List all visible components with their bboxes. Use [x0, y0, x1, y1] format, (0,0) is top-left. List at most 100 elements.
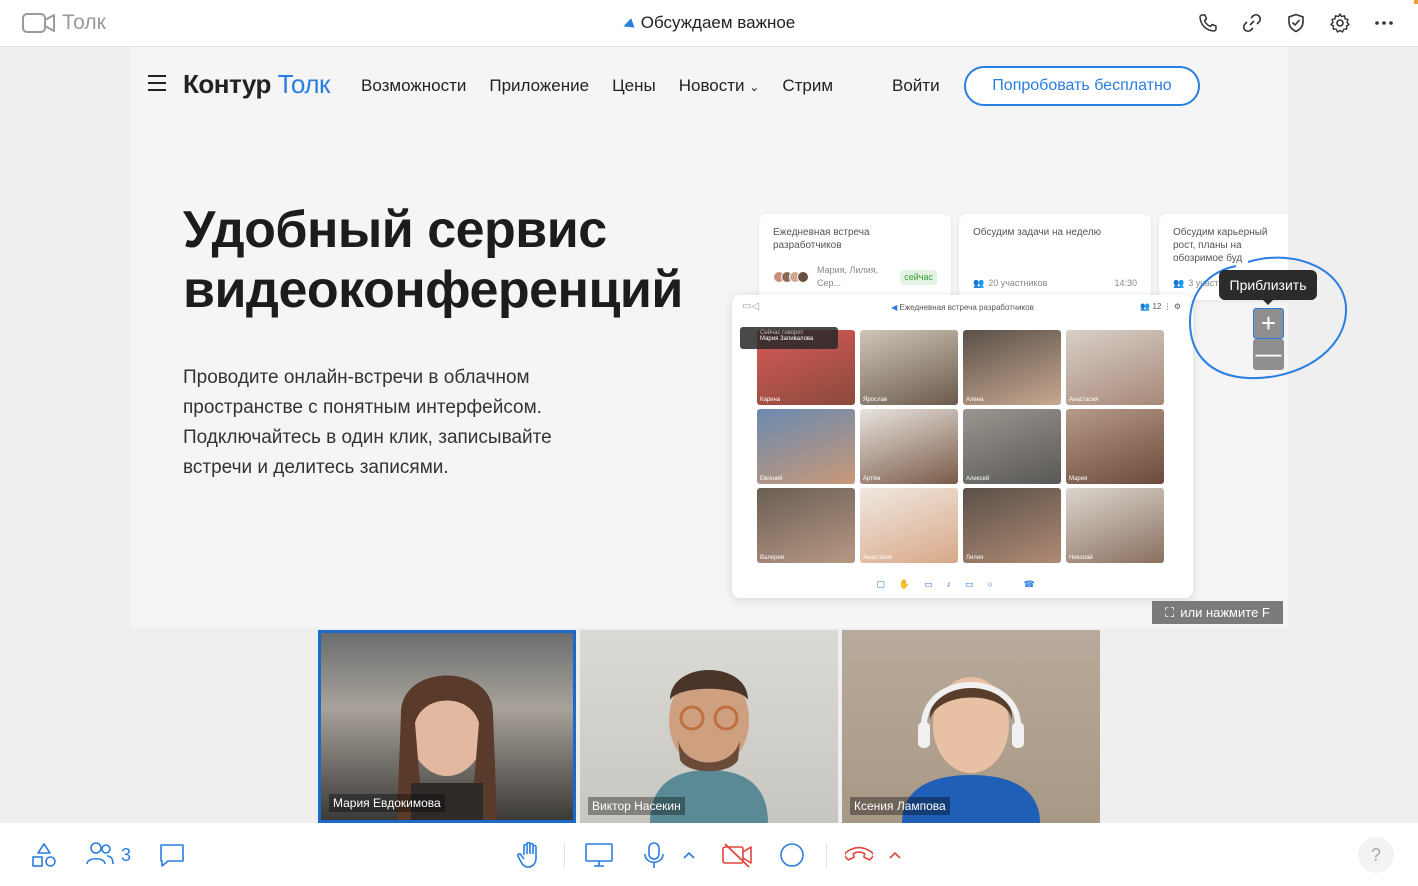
preview-window-title: ◀ Ежедневная встреча разработчиков [891, 303, 1034, 312]
preview-tile-name: Лилия [966, 555, 984, 561]
shield-icon[interactable] [1284, 11, 1308, 35]
participants-button[interactable]: 3 [85, 841, 131, 869]
card-people: Мария, Лилия, Сер... [817, 265, 879, 288]
preview-speaking-badge: Сейчас говорит Мария Запивалова [740, 327, 838, 349]
end-call-options-chevron-up-icon[interactable] [888, 841, 902, 869]
toolbar-divider [564, 843, 565, 867]
preview-tile-name: Мария [1069, 476, 1088, 482]
logo-dark: Контур [183, 69, 271, 99]
preview-tile-name: Анастасия [863, 555, 893, 561]
preview-video-tile: Евгений [757, 409, 855, 484]
hero-title: Удобный сервис видеоконференций [183, 200, 683, 320]
site-nav-links: Возможности Приложение Цены Новости ⌄ Ст… [361, 76, 833, 96]
bottom-toolbar: 3 ? [0, 823, 1418, 886]
people-icon [85, 840, 115, 871]
preview-tile-name: Алексей [966, 476, 990, 482]
preview-tile-name: Ярослав [863, 397, 888, 403]
link-icon[interactable] [1240, 11, 1264, 35]
preview-video-tile: Валерия [757, 488, 855, 563]
try-free-button[interactable]: Попробовать бесплатно [964, 66, 1200, 106]
participant-name: Ксения Лампова [850, 797, 950, 815]
chevron-down-icon: ⌄ [749, 80, 760, 94]
logo-blue: Толк [277, 69, 331, 99]
preview-video-tile: Николай [1066, 488, 1164, 563]
nav-stream[interactable]: Стрим [782, 76, 833, 96]
fullscreen-hint[interactable]: ⛶ или нажмите F [1152, 601, 1283, 624]
nav-prices[interactable]: Цены [612, 76, 656, 96]
more-icon[interactable] [1372, 11, 1396, 35]
preview-window-title-text: Ежедневная встреча разработчиков [899, 303, 1034, 312]
camera-off-icon[interactable] [721, 841, 753, 869]
avatar-group [773, 271, 809, 283]
preview-video-tile: Алена [963, 330, 1061, 405]
help-button[interactable]: ? [1358, 837, 1394, 873]
preview-video-tile: Алексей [963, 409, 1061, 484]
login-link[interactable]: Войти [892, 76, 940, 96]
preview-tile-name: Евгений [760, 476, 783, 482]
meeting-card: Ежедневная встреча разработчиков Мария, … [759, 214, 951, 300]
preview-video-grid: Карина Ярослав Алена Анастасия Евгений А… [757, 330, 1164, 563]
card-meta: Мария, Лилия, Сер... сейчас [773, 264, 937, 290]
speaking-name: Мария Запивалова [760, 336, 814, 342]
preview-meeting-window: ▭◁ ◀ Ежедневная встреча разработчиков 👥 … [732, 295, 1193, 598]
preview-tile-name: Карина [760, 397, 781, 403]
preview-video-tile: Мария [1066, 409, 1164, 484]
participants-count: 3 [121, 844, 132, 865]
participant-name: Виктор Насекин [588, 797, 685, 815]
participant-name: Мария Евдокимова [329, 794, 445, 812]
zoom-in-button[interactable]: + [1253, 308, 1284, 339]
preview-tile-name: Артём [863, 476, 881, 482]
participant-tile-viktor[interactable]: Виктор Насекин [580, 630, 838, 823]
people-icon: 👥 [1173, 278, 1185, 288]
megaphone-icon: ◀ [620, 14, 635, 33]
participant-video [902, 677, 1040, 823]
end-call-icon[interactable] [845, 841, 873, 869]
apps-icon[interactable] [31, 841, 57, 869]
card-badge: сейчас [900, 269, 937, 285]
nav-news-label: Новости [678, 76, 745, 95]
zoom-in-tooltip: Приблизить [1219, 270, 1317, 305]
zoom-out-button[interactable]: — [1253, 339, 1284, 370]
card-time: 14:30 [1114, 278, 1137, 288]
preview-video-tile: Анастасия [860, 488, 958, 563]
gear-icon[interactable] [1328, 11, 1352, 35]
card-title: Обсудим задачи на неделю [973, 227, 1102, 238]
top-actions [1196, 11, 1396, 35]
participant-tile-maria[interactable]: Мария Евдокимова [318, 630, 576, 823]
preview-video-tile: Ярослав [860, 330, 958, 405]
phone-icon[interactable] [1196, 11, 1220, 35]
microphone-icon[interactable] [642, 841, 666, 869]
preview-toolbar: ▢✋▭♪▭○ ☎ [876, 579, 1049, 589]
nav-features[interactable]: Возможности [361, 76, 466, 96]
participant-video [397, 675, 497, 820]
raise-hand-icon[interactable] [517, 841, 543, 869]
chat-icon[interactable] [158, 841, 186, 869]
card-title: Ежедневная встреча разработчиков [773, 227, 870, 251]
window-corner-marker [1414, 0, 1418, 4]
shared-screen: Контур Толк Возможности Приложение Цены … [130, 47, 1288, 628]
hero-title-line1: Удобный сервис [183, 201, 607, 259]
record-icon[interactable] [779, 841, 805, 869]
preview-video-tile: Артём [860, 409, 958, 484]
preview-video-tile: Анастасия [1066, 330, 1164, 405]
preview-tile-name: Анастасия [1069, 397, 1099, 403]
participant-tile-ksenia[interactable]: Ксения Лампова [842, 630, 1100, 823]
nav-news[interactable]: Новости ⌄ [679, 76, 760, 96]
preview-tile-name: Николай [1069, 555, 1093, 561]
top-bar: Толк ◀ Обсуждаем важное [0, 0, 1418, 47]
screen-share-icon[interactable] [584, 841, 614, 869]
menu-icon[interactable] [148, 75, 166, 96]
preview-tile-name: Валерия [760, 555, 785, 561]
site-logo[interactable]: Контур Толк [183, 69, 330, 100]
microphone-options-chevron-up-icon[interactable] [682, 841, 696, 869]
toolbar-divider [826, 843, 827, 867]
nav-app[interactable]: Приложение [489, 76, 589, 96]
hero-title-line2: видеоконференций [183, 261, 683, 319]
preview-window-actions: 👥 12 ⋮ ⚙ [1140, 302, 1181, 311]
fullscreen-icon: ⛶ [1165, 604, 1175, 620]
preview-participant-count: 12 [1152, 302, 1162, 311]
preview-video-tile: Лилия [963, 488, 1061, 563]
card-meta: 👥 20 участников 14:30 [973, 277, 1137, 290]
meeting-title-text: Обсуждаем важное [640, 13, 796, 32]
people-icon: 👥 [973, 278, 985, 288]
